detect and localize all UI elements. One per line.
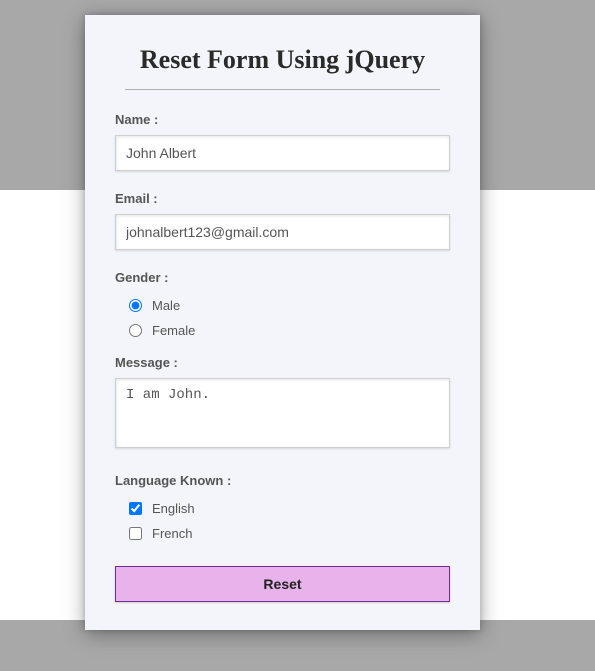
language-checkbox-french[interactable] <box>129 527 142 540</box>
gender-option-male[interactable]: Male <box>115 293 450 318</box>
email-label: Email : <box>115 191 450 206</box>
language-label: Language Known : <box>115 473 450 488</box>
reset-button[interactable]: Reset <box>115 566 450 602</box>
language-option-label-english: English <box>152 501 195 516</box>
language-option-french[interactable]: French <box>115 521 450 546</box>
language-field-group: Language Known : English French <box>115 473 450 546</box>
gender-radio-male[interactable] <box>129 299 142 312</box>
gender-option-label-female: Female <box>152 323 195 338</box>
email-input[interactable] <box>115 214 450 250</box>
language-option-label-french: French <box>152 526 192 541</box>
gender-option-label-male: Male <box>152 298 180 313</box>
gender-option-female[interactable]: Female <box>115 318 450 343</box>
message-field-group: Message : <box>115 355 450 453</box>
message-textarea[interactable] <box>115 378 450 448</box>
name-label: Name : <box>115 112 450 127</box>
name-input[interactable] <box>115 135 450 171</box>
form-title: Reset Form Using jQuery <box>115 45 450 75</box>
language-checkbox-english[interactable] <box>129 502 142 515</box>
gender-field-group: Gender : Male Female <box>115 270 450 343</box>
title-divider <box>125 89 440 90</box>
form-card: Reset Form Using jQuery Name : Email : G… <box>85 15 480 630</box>
gender-radio-female[interactable] <box>129 324 142 337</box>
name-field-group: Name : <box>115 112 450 171</box>
language-option-english[interactable]: English <box>115 496 450 521</box>
gender-label: Gender : <box>115 270 450 285</box>
email-field-group: Email : <box>115 191 450 250</box>
message-label: Message : <box>115 355 450 370</box>
